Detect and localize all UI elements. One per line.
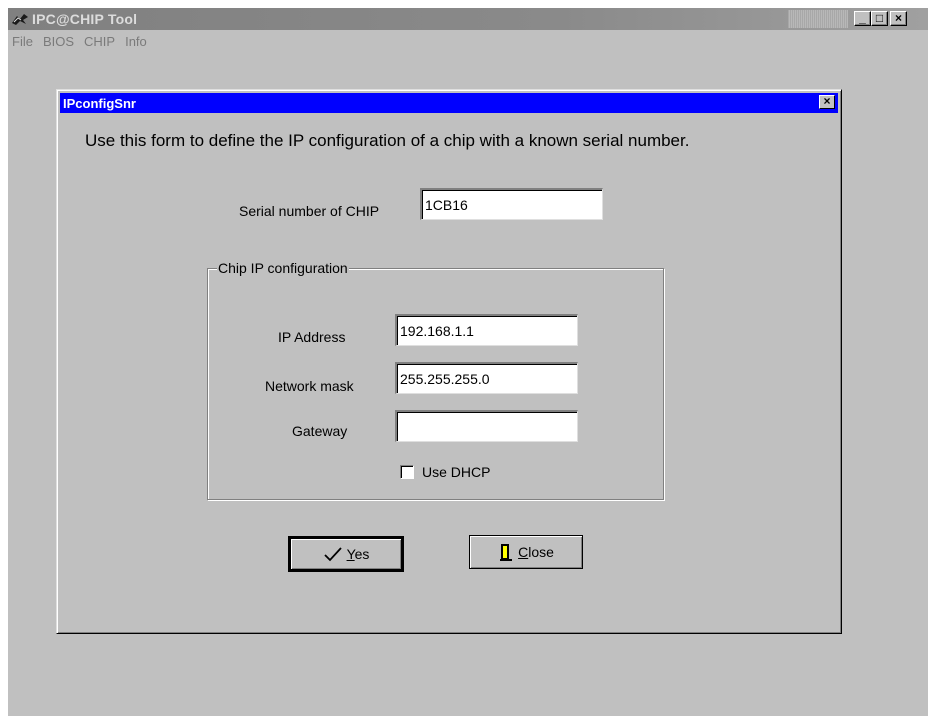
dialog-close-button[interactable]: × — [819, 95, 835, 109]
use-dhcp-label[interactable]: Use DHCP — [422, 464, 490, 480]
network-mask-label: Network mask — [265, 378, 354, 394]
dialog-title: IPconfigSnr — [63, 95, 136, 111]
ip-address-label: IP Address — [278, 329, 346, 345]
menu-chip[interactable]: CHIP — [84, 34, 115, 49]
serial-label: Serial number of CHIP — [239, 203, 380, 219]
gateway-label: Gateway — [292, 423, 348, 439]
menubar: File BIOS CHIP Info — [8, 30, 928, 52]
dialog-titlebar[interactable]: IPconfigSnr × — [60, 93, 838, 113]
network-mask-input[interactable] — [395, 362, 578, 394]
app-logo-icon — [10, 11, 30, 27]
app-title: IPC@CHIP Tool — [32, 11, 138, 27]
maximize-button[interactable]: □ — [871, 11, 888, 26]
checkmark-icon — [323, 546, 343, 562]
intro-text: Use this form to define the IP configura… — [85, 131, 690, 150]
gateway-input[interactable] — [395, 410, 578, 442]
ip-address-input[interactable] — [395, 314, 578, 346]
use-dhcp-checkbox[interactable] — [400, 465, 414, 479]
ipconfig-dialog: IPconfigSnr × Use this form to define th… — [56, 89, 842, 634]
close-button[interactable]: Close — [469, 535, 583, 569]
app-titlebar[interactable]: IPC@CHIP Tool _ □ × — [8, 8, 928, 30]
titlebar-pattern — [788, 10, 848, 28]
door-exit-icon — [498, 542, 514, 562]
app-window: IPC@CHIP Tool _ □ × File BIOS CHIP Info … — [8, 8, 928, 716]
minimize-button[interactable]: _ — [854, 11, 871, 26]
serial-input[interactable] — [420, 188, 603, 220]
menu-bios[interactable]: BIOS — [43, 34, 74, 49]
yes-button-label: Yes — [346, 546, 370, 562]
close-window-button[interactable]: × — [890, 11, 907, 26]
menu-info[interactable]: Info — [125, 34, 147, 49]
yes-button[interactable]: Yes — [288, 536, 404, 572]
menu-file[interactable]: File — [12, 34, 33, 49]
group-legend: Chip IP configuration — [217, 260, 349, 276]
close-button-label: Close — [518, 544, 554, 560]
